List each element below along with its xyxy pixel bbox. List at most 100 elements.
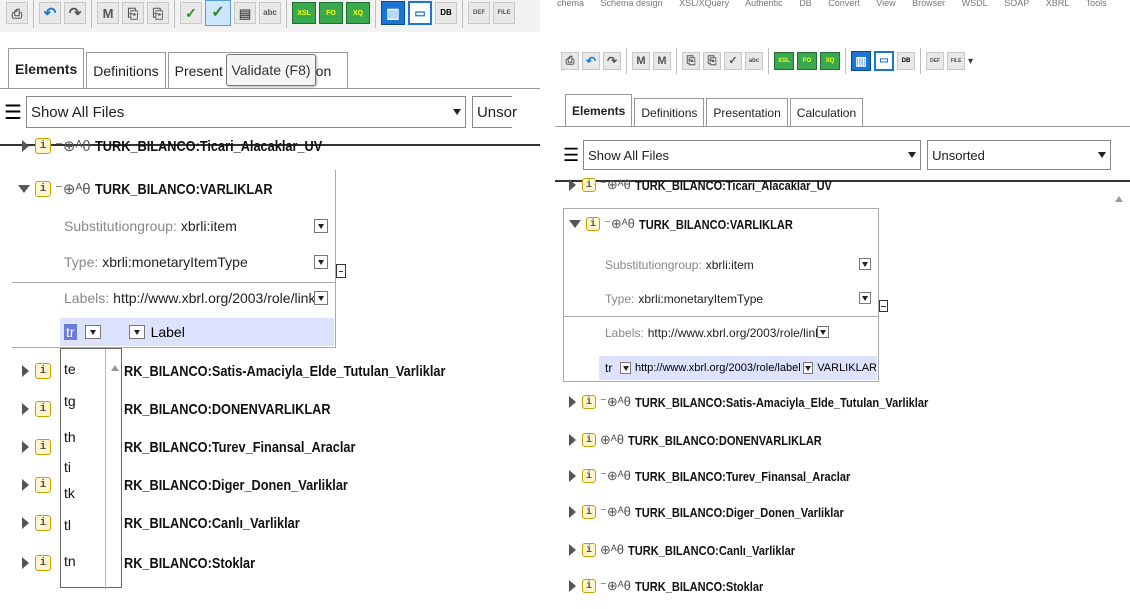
sort-filter-select[interactable]: Unsor — [471, 96, 517, 128]
menu-item[interactable]: XSL/XQuery — [679, 0, 729, 8]
element-row[interactable]: i — [22, 512, 51, 534]
file-filter-select[interactable]: Show All Files — [583, 140, 922, 170]
tab-presentation[interactable]: Presentation — [706, 98, 788, 126]
layout-columns-icon[interactable]: ▥ — [381, 1, 405, 25]
table-icon[interactable]: ▤ — [234, 2, 256, 24]
def-icon[interactable]: DEF — [926, 52, 944, 70]
label-role-dropdown[interactable] — [128, 325, 145, 339]
expand-arrow-icon[interactable] — [569, 396, 576, 408]
collapse-arrow-icon[interactable] — [569, 220, 581, 228]
element-row-expanded[interactable]: i ⁻⊕ᴬθ TURK_BILANCO:VARLIKLAR — [18, 178, 304, 200]
menu-item[interactable]: Schema design — [601, 0, 663, 8]
fo-transform-icon[interactable]: FO — [319, 2, 343, 24]
menu-item[interactable]: Browser — [912, 0, 945, 8]
labels-dropdown[interactable] — [817, 326, 829, 338]
element-row[interactable]: i — [22, 474, 51, 496]
substitution-group-dropdown[interactable] — [859, 258, 871, 270]
menu-item[interactable]: WSDL — [962, 0, 988, 8]
scroll-up-icon[interactable] — [1115, 196, 1123, 202]
scroll-up-icon[interactable] — [111, 365, 119, 371]
language-select[interactable]: tr — [64, 324, 77, 340]
layout-columns-icon[interactable]: ▥ — [851, 51, 871, 71]
find-icon[interactable]: M — [97, 2, 119, 24]
expand-arrow-icon[interactable] — [569, 434, 576, 446]
db-icon[interactable]: DB — [435, 2, 457, 24]
menu-item[interactable]: View — [876, 0, 895, 8]
menu-item[interactable]: Tools — [1086, 0, 1107, 8]
sort-filter-select[interactable]: Unsorted — [927, 140, 1112, 170]
check-icon[interactable]: ✓ — [724, 52, 742, 70]
language-option[interactable]: ti — [64, 459, 71, 475]
file-icon[interactable]: FILE — [493, 2, 515, 24]
layout-panel-icon[interactable]: ▭ — [408, 1, 432, 25]
element-row[interactable]: i ⊕ᴬθ TURK_BILANCO:DONENVARLIKLAR — [569, 430, 856, 450]
expand-arrow-icon[interactable] — [22, 403, 29, 415]
language-value[interactable]: tr — [605, 361, 612, 375]
tab-calculation[interactable]: Calculation — [789, 98, 864, 126]
expand-arrow-icon[interactable] — [22, 479, 29, 491]
expand-arrow-icon[interactable] — [569, 470, 576, 482]
paste-icon[interactable]: ⎘ — [703, 52, 721, 70]
language-option[interactable]: tl — [64, 517, 71, 533]
xquery-icon[interactable]: XQ — [820, 52, 840, 70]
menu-item[interactable]: XBRL — [1046, 0, 1070, 8]
toolbar-overflow-icon[interactable]: ▾ — [968, 56, 973, 67]
type-dropdown[interactable] — [859, 292, 871, 304]
layout-panel-icon[interactable]: ▭ — [874, 51, 894, 71]
undo-icon[interactable]: ↶ — [582, 52, 600, 70]
file-icon[interactable]: FILE — [947, 52, 965, 70]
collapse-box-icon[interactable] — [336, 264, 346, 278]
labels-dropdown[interactable] — [314, 291, 328, 305]
expand-arrow-icon[interactable] — [569, 580, 576, 592]
element-row-prev[interactable]: i ⁻⊕ᴬθ TURK_BILANCO:Ticari_Alacaklar_UV — [22, 136, 362, 156]
spellcheck-icon[interactable]: abc — [259, 2, 281, 24]
element-row-expanded[interactable]: i ⁻⊕ᴬθ TURK_BILANCO:VARLIKLAR — [569, 214, 820, 234]
redo-icon[interactable]: ↷ — [64, 2, 86, 24]
language-option[interactable]: te — [64, 361, 76, 377]
find-icon[interactable]: M — [632, 52, 650, 70]
menu-item[interactable]: DB — [799, 0, 812, 8]
substitution-group-dropdown[interactable] — [314, 219, 328, 233]
expand-arrow-icon[interactable] — [569, 506, 576, 518]
copy-icon[interactable]: ⎘ — [682, 52, 700, 70]
validate-icon[interactable]: ✓ — [205, 0, 231, 26]
spellcheck-icon[interactable]: abc — [745, 52, 763, 70]
language-option[interactable]: th — [64, 429, 76, 445]
language-option[interactable]: tg — [64, 393, 76, 409]
tab-elements[interactable]: Elements — [565, 94, 633, 126]
language-option[interactable]: tn — [64, 553, 76, 569]
expand-arrow-icon[interactable] — [22, 140, 29, 152]
language-option[interactable]: tk — [64, 485, 75, 501]
db-icon[interactable]: DB — [897, 52, 915, 70]
find-next-icon[interactable]: ⎘ — [122, 2, 144, 24]
print-icon[interactable]: ⎙ — [6, 2, 28, 24]
fo-transform-icon[interactable]: FO — [797, 52, 817, 70]
expand-arrow-icon[interactable] — [22, 365, 29, 377]
replace-icon[interactable]: ⎘ — [147, 2, 169, 24]
file-filter-select[interactable]: Show All Files — [25, 96, 466, 128]
element-row[interactable]: i — [22, 436, 51, 458]
tab-definitions[interactable]: Definitions — [86, 52, 166, 88]
type-dropdown[interactable] — [314, 255, 328, 269]
undo-icon[interactable]: ↶ — [39, 2, 61, 24]
menu-item[interactable]: Convert — [828, 0, 860, 8]
language-dropdown[interactable] — [84, 325, 101, 339]
collapse-box-icon[interactable] — [879, 300, 888, 312]
xsl-transform-icon[interactable]: XSL — [774, 52, 794, 70]
find-next-icon[interactable]: M — [653, 52, 671, 70]
expand-arrow-icon[interactable] — [569, 544, 576, 556]
xquery-icon[interactable]: XQ — [346, 2, 370, 24]
element-row[interactable]: i — [22, 360, 51, 382]
collapse-arrow-icon[interactable] — [18, 185, 30, 193]
label-text-value[interactable]: VARLIKLAR — [817, 362, 877, 374]
check-wellformed-icon[interactable]: ✓ — [180, 2, 202, 24]
expand-arrow-icon[interactable] — [22, 441, 29, 453]
language-dropdown[interactable] — [620, 362, 631, 374]
element-row[interactable]: i — [22, 552, 51, 574]
xsl-transform-icon[interactable]: XSL — [292, 2, 316, 24]
menu-item[interactable]: chema — [557, 0, 584, 8]
label-role-dropdown[interactable] — [802, 362, 814, 374]
tab-elements[interactable]: Elements — [8, 48, 85, 88]
expand-arrow-icon[interactable] — [569, 179, 576, 191]
element-row[interactable]: i ⁻⊕ᴬθ TURK_BILANCO:Satis-Amaciyla_Elde_Tu… — [569, 392, 980, 412]
